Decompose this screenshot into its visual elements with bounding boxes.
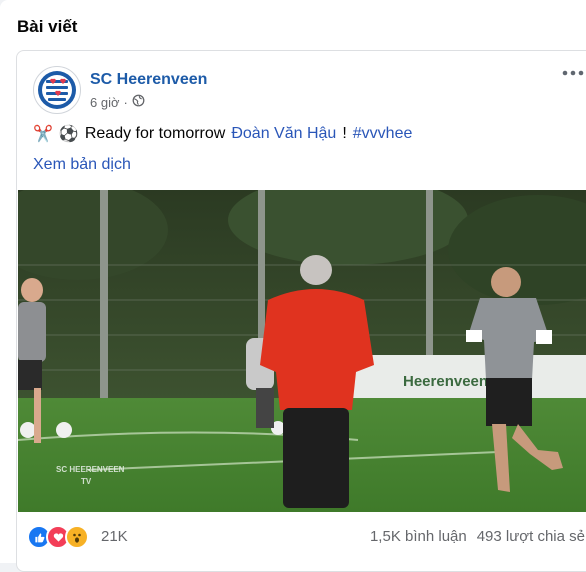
post-meta: 6 giờ ·	[90, 94, 145, 110]
post-text-mid: !	[342, 125, 347, 142]
post-stats: 1,5K bình luận 493 lượt chia sẻ	[370, 528, 585, 545]
wow-icon	[65, 525, 89, 549]
author-name[interactable]: SC Heerenveen	[90, 71, 207, 89]
scissors-emoji: ✂️	[33, 126, 53, 143]
see-translation-link[interactable]: Xem bản dịch	[33, 156, 131, 174]
more-icon	[562, 70, 584, 76]
comments-count[interactable]: 1,5K bình luận	[370, 528, 467, 545]
more-options-button[interactable]	[559, 63, 586, 85]
meta-separator: ·	[123, 94, 128, 110]
globe-icon	[132, 94, 145, 110]
shares-count[interactable]: 493 lượt chia sẻ	[477, 528, 585, 545]
hashtag-link[interactable]: #vvvhee	[353, 125, 413, 143]
post-footer: 21K 1,5K bình luận 493 lượt chia sẻ	[17, 512, 586, 562]
post-text: ✂️ ⚽ Ready for tomorrow Đoàn Văn Hậu ! #…	[33, 124, 412, 144]
posts-section: Bài viết SC Heerenveen 6 giờ · ✂️ ⚽ Read…	[0, 0, 586, 572]
reaction-count[interactable]: 21K	[101, 528, 128, 545]
post-header: SC Heerenveen 6 giờ ·	[17, 51, 586, 121]
avatar[interactable]	[33, 66, 81, 114]
post-time[interactable]: 6 giờ	[90, 95, 120, 110]
post-text-main: Ready for tomorrow	[84, 125, 226, 142]
video-frame: Heerenveen Cre SC HEERENVEEN TV	[18, 190, 586, 512]
mention-link[interactable]: Đoàn Văn Hậu	[231, 125, 336, 143]
watermark-line1: SC HEERENVEEN	[56, 465, 125, 474]
section-title: Bài viết	[17, 17, 78, 36]
club-logo	[35, 68, 79, 112]
soccer-ball-emoji: ⚽	[58, 126, 79, 143]
watermark-line2: TV	[81, 477, 92, 486]
post-card: SC Heerenveen 6 giờ · ✂️ ⚽ Ready for tom…	[16, 50, 586, 572]
post-video[interactable]: Heerenveen Cre SC HEERENVEEN TV	[18, 190, 586, 512]
reaction-icons[interactable]	[27, 525, 89, 549]
